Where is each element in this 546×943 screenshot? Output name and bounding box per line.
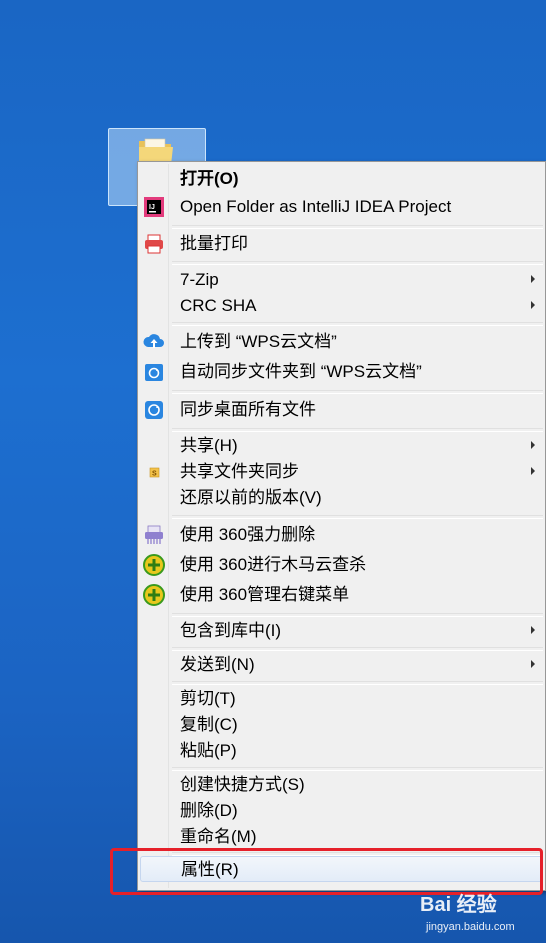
separator [172,390,543,394]
separator [172,322,543,326]
menu-item-sync-desktop[interactable]: 同步桌面所有文件 [140,397,543,423]
watermark-sub: jingyan.baidu.com [426,921,515,933]
submenu-arrow-icon [531,467,535,475]
submenu-arrow-icon [531,441,535,449]
menu-item-restore-versions[interactable]: 还原以前的版本(V) [140,485,543,511]
intellij-icon: IJ [144,197,164,217]
menu-item-label: 复制(C) [180,715,238,734]
menu-item-open-intellij[interactable]: IJ Open Folder as IntelliJ IDEA Project [140,194,543,220]
menu-item-label: 批量打印 [180,234,248,253]
printer-icon [145,234,163,254]
menu-item-360-trojan-scan[interactable]: 使用 360进行木马云查杀 [140,552,543,578]
menu-item-label: CRC SHA [180,296,257,315]
menu-item-label: 使用 360强力删除 [180,525,316,544]
context-menu: 打开(O) IJ Open Folder as IntelliJ IDEA Pr… [137,161,546,891]
menu-item-label: 使用 360进行木马云查杀 [180,555,367,574]
menu-item-share-folder-sync[interactable]: S 共享文件夹同步 [140,459,543,485]
menu-item-label: 创建快捷方式(S) [180,775,305,794]
svg-text:S: S [152,471,157,478]
menu-item-include-library[interactable]: 包含到库中(I) [140,618,543,644]
menu-item-delete[interactable]: 删除(D) [140,798,543,824]
separator [172,613,543,617]
menu-item-batch-print[interactable]: 批量打印 [140,231,543,257]
menu-item-send-to[interactable]: 发送到(N) [140,652,543,678]
menu-item-label: 粘贴(P) [180,741,237,760]
menu-item-label: 自动同步文件夹到 “WPS云文档” [180,362,422,381]
menu-item-label: 上传到 “WPS云文档” [180,332,337,351]
menu-item-cut[interactable]: 剪切(T) [140,686,543,712]
menu-item-label: 7-Zip [180,270,219,289]
menu-item-label: 还原以前的版本(V) [180,488,322,507]
menu-item-label: 共享(H) [180,436,238,455]
menu-item-auto-sync-wps[interactable]: 自动同步文件夹到 “WPS云文档” [140,359,543,385]
separator [172,767,543,771]
menu-item-7zip[interactable]: 7-Zip [140,267,543,293]
separator [172,681,543,685]
menu-item-label: 同步桌面所有文件 [180,400,316,419]
menu-item-360-force-delete[interactable]: 使用 360强力删除 [140,522,543,548]
submenu-arrow-icon [531,626,535,634]
submenu-arrow-icon [531,660,535,668]
menu-item-rename[interactable]: 重命名(M) [140,824,543,850]
menu-item-copy[interactable]: 复制(C) [140,712,543,738]
sync-folder-icon [145,364,163,381]
menu-item-upload-wps[interactable]: 上传到 “WPS云文档” [140,329,543,355]
menu-item-create-shortcut[interactable]: 创建快捷方式(S) [140,772,543,798]
menu-item-label: Open Folder as IntelliJ IDEA Project [180,197,452,216]
menu-item-crc-sha[interactable]: CRC SHA [140,293,543,319]
menu-item-label: 剪切(T) [180,689,236,708]
separator [172,647,543,651]
menu-item-paste[interactable]: 粘贴(P) [140,738,543,764]
separator [172,428,543,432]
separator [172,261,543,265]
submenu-arrow-icon [531,275,535,283]
cloud-upload-icon [143,334,164,348]
menu-item-360-manage-menu[interactable]: 使用 360管理右键菜单 [140,582,543,608]
separator [172,515,543,519]
menu-item-label: 删除(D) [180,801,238,820]
menu-item-label: 重命名(M) [180,827,257,846]
wps-s-icon: S [149,467,160,478]
submenu-arrow-icon [531,301,535,309]
baidu-watermark: Bai 经验 jingyan.baidu.com [420,888,540,940]
menu-item-label: 使用 360管理右键菜单 [180,585,350,604]
shredder-icon [145,525,163,544]
menu-item-label: 发送到(N) [180,655,255,674]
sync-desktop-icon [145,401,163,419]
menu-item-label: 打开(O) [180,169,239,188]
menu-item-label: 共享文件夹同步 [180,462,299,481]
menu-item-share[interactable]: 共享(H) [140,433,543,459]
menu-item-open[interactable]: 打开(O) [140,166,543,192]
menu-item-label: 包含到库中(I) [180,621,282,640]
separator [172,225,543,229]
svg-text:IJ: IJ [149,204,155,211]
360-plus-icon [143,554,165,576]
watermark-text: Bai 经验 [420,894,497,916]
360-plus-icon [143,584,165,606]
